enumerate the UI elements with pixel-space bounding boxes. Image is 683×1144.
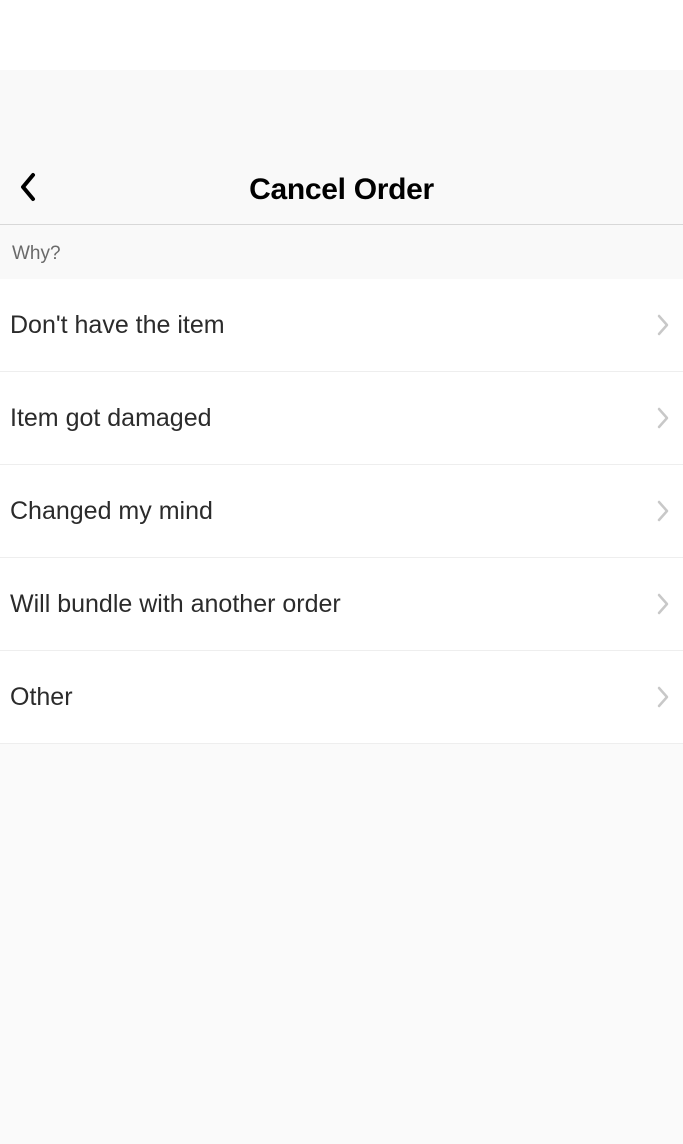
list-item-label: Other [10,683,73,712]
reason-bundle-order[interactable]: Will bundle with another order [0,558,683,651]
list-item-label: Don't have the item [10,311,225,340]
section-header: Why? [0,225,683,279]
page-title: Cancel Order [0,173,683,207]
section-label: Why? [12,243,671,265]
chevron-right-icon [657,407,669,429]
nav-bar: Cancel Order [0,155,683,225]
reason-list: Don't have the item Item got damaged Cha… [0,279,683,744]
chevron-right-icon [657,593,669,615]
back-button[interactable] [8,170,48,210]
list-item-label: Item got damaged [10,404,212,433]
header-area: Cancel Order [0,70,683,225]
reason-other[interactable]: Other [0,651,683,744]
list-item-label: Changed my mind [10,497,213,526]
chevron-right-icon [657,314,669,336]
list-item-label: Will bundle with another order [10,590,341,619]
bottom-area [0,744,683,1144]
chevron-right-icon [657,686,669,708]
reason-item-damaged[interactable]: Item got damaged [0,372,683,465]
reason-changed-mind[interactable]: Changed my mind [0,465,683,558]
chevron-left-icon [19,172,37,207]
reason-dont-have-item[interactable]: Don't have the item [0,279,683,372]
status-spacer [0,70,683,155]
top-spacer [0,0,683,70]
chevron-right-icon [657,500,669,522]
